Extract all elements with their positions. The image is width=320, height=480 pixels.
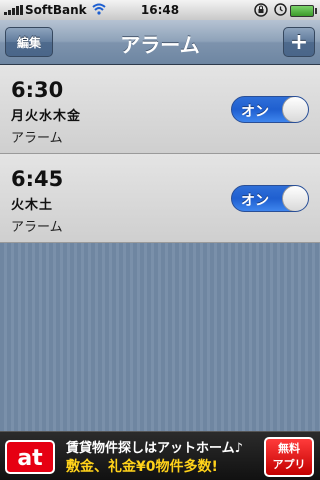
ad-badge-line1: 無料 (278, 442, 300, 455)
alarm-time: 6:30 (11, 78, 64, 102)
alarm-time: 6:45 (11, 167, 64, 191)
alarm-repeat-days: 月火水木金 (11, 109, 82, 124)
status-time: 16:48 (140, 3, 180, 17)
alarm-label: アラーム (11, 131, 63, 146)
alarm-row[interactable]: 6:45 火木土 アラーム オン (0, 154, 320, 243)
status-bar: SoftBank 16:48 (0, 0, 320, 20)
alarm-clock-icon (274, 3, 287, 16)
page-title: アラーム (120, 33, 200, 57)
ad-headline: 賃貸物件探しはアットホーム♪ (66, 441, 243, 456)
add-alarm-button[interactable]: + (283, 27, 315, 57)
alarm-toggle-switch[interactable]: オン (231, 96, 309, 123)
alarm-label: アラーム (11, 220, 63, 235)
ad-logo: at (5, 440, 55, 474)
toggle-knob (282, 186, 308, 211)
navigation-bar: 編集 アラーム + (0, 20, 320, 65)
ad-subline: 敷金、礼金¥0物件多数! (66, 459, 218, 475)
toggle-state-label: オン (241, 193, 269, 209)
alarm-toggle-switch[interactable]: オン (231, 185, 309, 212)
battery-icon (290, 5, 317, 17)
ad-badge-line2: アプリ (272, 458, 306, 471)
alarm-row[interactable]: 6:30 月火水木金 アラーム オン (0, 65, 320, 154)
toggle-knob (282, 97, 308, 122)
alarm-repeat-days: 火木土 (11, 198, 54, 213)
ad-free-app-badge[interactable]: 無料 アプリ (264, 437, 314, 477)
ad-banner[interactable]: at 賃貸物件探しはアットホーム♪ 敷金、礼金¥0物件多数! 無料 アプリ (0, 431, 320, 480)
rotation-lock-icon (254, 3, 268, 17)
toggle-state-label: オン (241, 104, 269, 120)
